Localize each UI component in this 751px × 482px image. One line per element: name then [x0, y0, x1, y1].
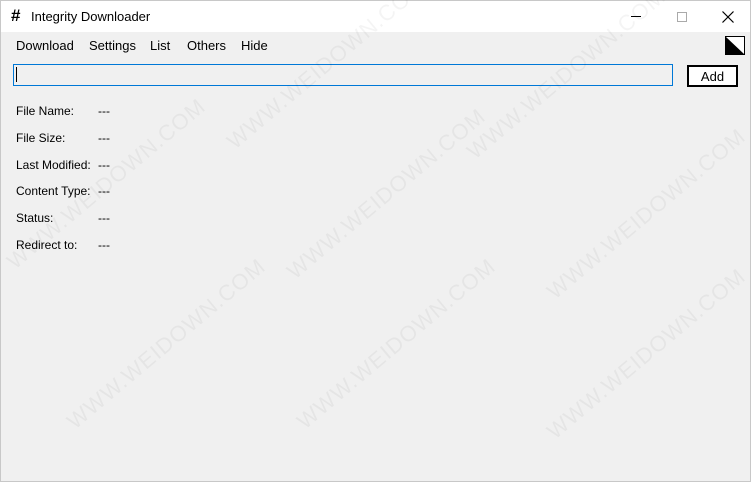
- main-window: # Integrity Downloader Download Settings…: [0, 0, 751, 482]
- minimize-button[interactable]: [613, 1, 659, 32]
- text-caret: [16, 67, 17, 82]
- maximize-icon: [677, 11, 687, 22]
- file-name-label: File Name:: [16, 104, 75, 118]
- last-modified-value: ---: [98, 158, 110, 172]
- redirect-value: ---: [98, 238, 110, 252]
- status-value: ---: [98, 211, 110, 225]
- file-size-value: ---: [98, 131, 110, 145]
- maximize-button[interactable]: [659, 1, 705, 32]
- status-label: Status:: [16, 211, 54, 225]
- watermark-text: WWW.WEIDOWN.COM: [542, 123, 751, 304]
- watermark-text: WWW.WEIDOWN.COM: [62, 253, 271, 434]
- menu-bar: Download Settings List Others Hide: [1, 34, 750, 58]
- menu-hide[interactable]: Hide: [241, 38, 268, 54]
- watermark-text: WWW.WEIDOWN.COM: [292, 253, 501, 434]
- theme-toggle-button[interactable]: [725, 36, 745, 55]
- file-size-label: File Size:: [16, 131, 66, 145]
- content-type-label: Content Type:: [16, 184, 91, 198]
- add-button[interactable]: Add: [687, 65, 738, 87]
- close-icon: [722, 10, 734, 23]
- menu-download[interactable]: Download: [16, 38, 74, 54]
- menu-list[interactable]: List: [150, 38, 170, 54]
- url-input[interactable]: [13, 64, 673, 86]
- watermark-text: WWW.WEIDOWN.COM: [542, 263, 751, 444]
- redirect-label: Redirect to:: [16, 238, 78, 252]
- close-button[interactable]: [705, 1, 751, 32]
- last-modified-label: Last Modified:: [16, 158, 91, 172]
- file-name-value: ---: [98, 104, 110, 118]
- content-type-value: ---: [98, 184, 110, 198]
- menu-others[interactable]: Others: [187, 38, 226, 54]
- menu-settings[interactable]: Settings: [89, 38, 136, 54]
- theme-toggle-icon: [726, 37, 744, 54]
- window-title: Integrity Downloader: [31, 9, 151, 24]
- watermark-text: WWW.WEIDOWN.COM: [282, 103, 491, 284]
- minimize-icon: [631, 16, 641, 17]
- title-bar[interactable]: # Integrity Downloader: [1, 1, 750, 32]
- hash-icon: #: [11, 6, 21, 25]
